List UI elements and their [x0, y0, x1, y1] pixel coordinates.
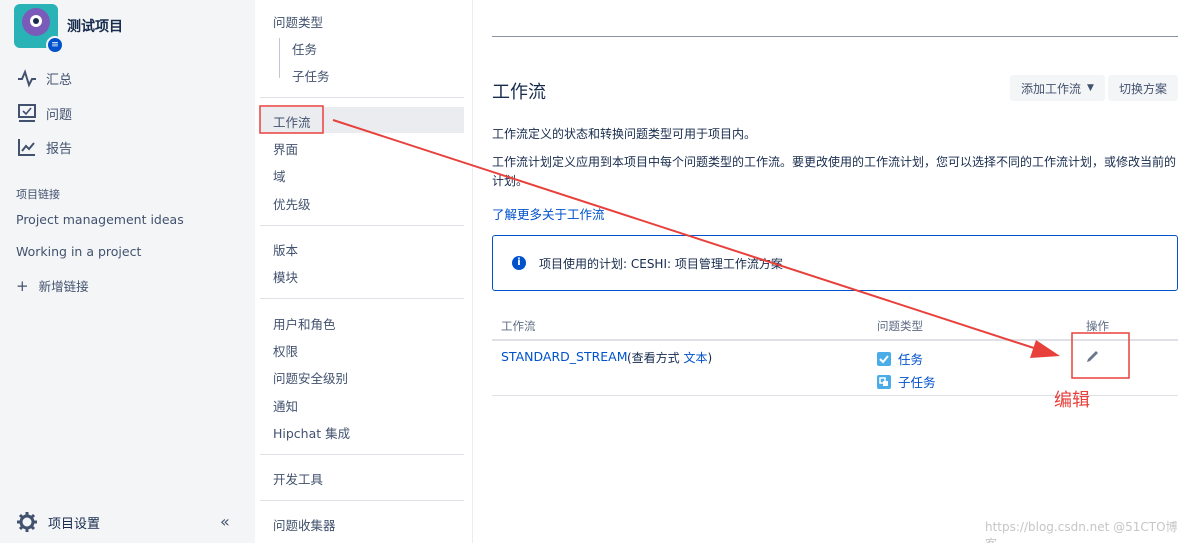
- subnav-divider: [260, 454, 464, 455]
- project-header[interactable]: ≡ 测试项目: [14, 4, 123, 54]
- subnav-workflows[interactable]: 工作流: [273, 112, 311, 131]
- chart-icon: [18, 139, 35, 156]
- description-text: 工作流定义的状态和转换问题类型可用于项目内。: [492, 127, 757, 141]
- column-header-workflow: 工作流: [501, 319, 536, 333]
- issue-type-task[interactable]: 任务: [877, 349, 923, 368]
- settings-subnav: 问题类型 任务 子任务 工作流 界面 域 优先级 版本 模块 用户和角色 权限 …: [256, 0, 472, 543]
- collapse-sidebar-icon[interactable]: «: [220, 512, 230, 531]
- avatar-face: [22, 8, 50, 36]
- annotation-edit-label: 编辑: [1054, 390, 1090, 411]
- add-workflow-button[interactable]: 添加工作流 ▼: [1010, 75, 1105, 101]
- subnav-priorities[interactable]: 优先级: [273, 194, 311, 213]
- chevron-down-icon: ▼: [1087, 83, 1094, 93]
- info-icon: i: [512, 256, 526, 270]
- tree-line: [279, 38, 280, 78]
- pencil-icon[interactable]: [1085, 348, 1101, 364]
- subnav-issue-type-subtask[interactable]: 子任务: [292, 66, 330, 85]
- view-as-text-link[interactable]: 文本: [684, 351, 708, 365]
- project-sidebar: ≡ 测试项目 汇总 问题 报告 项目链接 Project management …: [0, 0, 255, 543]
- add-link-label: 新增链接: [38, 279, 89, 294]
- subnav-components[interactable]: 模块: [273, 267, 298, 286]
- project-links-heading: 项目链接: [16, 188, 60, 201]
- nav-reports-label: 报告: [46, 141, 73, 157]
- view-mode-suffix: ): [707, 351, 713, 365]
- nav-issues-label: 问题: [46, 107, 73, 123]
- workflow-view-mode: (查看方式 文本): [627, 349, 712, 366]
- subnav-divider: [260, 225, 464, 226]
- workflows-page: 工作流 添加工作流 ▼ 切换方案 工作流定义的状态和转换问题类型可用于项目内。 …: [473, 0, 1184, 543]
- gear-icon: [17, 512, 37, 532]
- add-link-button[interactable]: + 新增链接: [16, 276, 89, 295]
- pulse-icon: [18, 69, 36, 88]
- nav-reports[interactable]: 报告: [16, 136, 72, 158]
- workflow-name-link[interactable]: STANDARD_STREAM: [501, 349, 628, 364]
- description-text: 工作流计划定义应用到本项目中每个问题类型的工作流。要更改使用的工作流计划，您可以…: [492, 155, 1177, 188]
- project-title[interactable]: 测试项目: [67, 16, 123, 36]
- subnav-dev-tools[interactable]: 开发工具: [273, 469, 323, 488]
- project-link[interactable]: Working in a project: [16, 244, 141, 259]
- task-icon: [877, 351, 891, 366]
- page-title: 工作流: [492, 82, 546, 103]
- issue-type-subtask[interactable]: 子任务: [877, 372, 936, 391]
- add-workflow-label: 添加工作流: [1021, 81, 1082, 96]
- column-header-issue-types: 问题类型: [877, 319, 923, 333]
- switch-scheme-button[interactable]: 切换方案: [1108, 75, 1178, 101]
- scheme-info-box: i 项目使用的计划: CESHI: 项目管理工作流方案: [492, 235, 1178, 291]
- subnav-permissions[interactable]: 权限: [273, 341, 298, 360]
- project-settings-button[interactable]: 项目设置: [16, 511, 100, 533]
- issue-type-label: 任务: [898, 352, 924, 367]
- subnav-screens[interactable]: 界面: [273, 139, 298, 158]
- view-mode-prefix: (查看方式: [627, 351, 680, 365]
- column-header-actions: 操作: [1086, 319, 1109, 333]
- subnav-users-roles[interactable]: 用户和角色: [273, 314, 336, 333]
- issue-type-label: 子任务: [898, 375, 936, 390]
- software-badge-icon: ≡: [46, 36, 64, 54]
- subnav-issue-collectors[interactable]: 问题收集器: [273, 515, 336, 534]
- subnav-divider: [260, 298, 464, 299]
- subnav-notifications[interactable]: 通知: [273, 396, 298, 415]
- subnav-versions[interactable]: 版本: [273, 240, 298, 259]
- nav-summary[interactable]: 汇总: [16, 67, 72, 89]
- table-header-rule: [492, 339, 1178, 341]
- project-link[interactable]: Project management ideas: [16, 212, 184, 227]
- nav-issues[interactable]: 问题: [16, 102, 72, 124]
- subnav-divider: [260, 97, 464, 98]
- subnav-hipchat[interactable]: Hipchat 集成: [273, 423, 350, 442]
- subtask-icon: [877, 374, 891, 389]
- plus-icon: +: [16, 276, 29, 295]
- subnav-issue-types[interactable]: 问题类型: [273, 12, 323, 31]
- project-settings-label: 项目设置: [48, 516, 101, 532]
- project-avatar[interactable]: ≡: [14, 4, 64, 54]
- subnav-fields[interactable]: 域: [273, 166, 286, 185]
- learn-more-link[interactable]: 了解更多关于工作流: [492, 204, 605, 223]
- nav-summary-label: 汇总: [46, 72, 73, 88]
- subnav-divider: [260, 500, 464, 501]
- watermark: https://blog.csdn.net @51CTO博客: [985, 520, 1178, 543]
- subnav-issue-security[interactable]: 问题安全级别: [273, 368, 348, 387]
- header-rule: [492, 36, 1178, 37]
- subnav-issue-type-task[interactable]: 任务: [292, 39, 317, 58]
- scheme-info-text: 项目使用的计划: CESHI: 项目管理工作流方案: [539, 257, 783, 271]
- issues-icon: [18, 104, 36, 122]
